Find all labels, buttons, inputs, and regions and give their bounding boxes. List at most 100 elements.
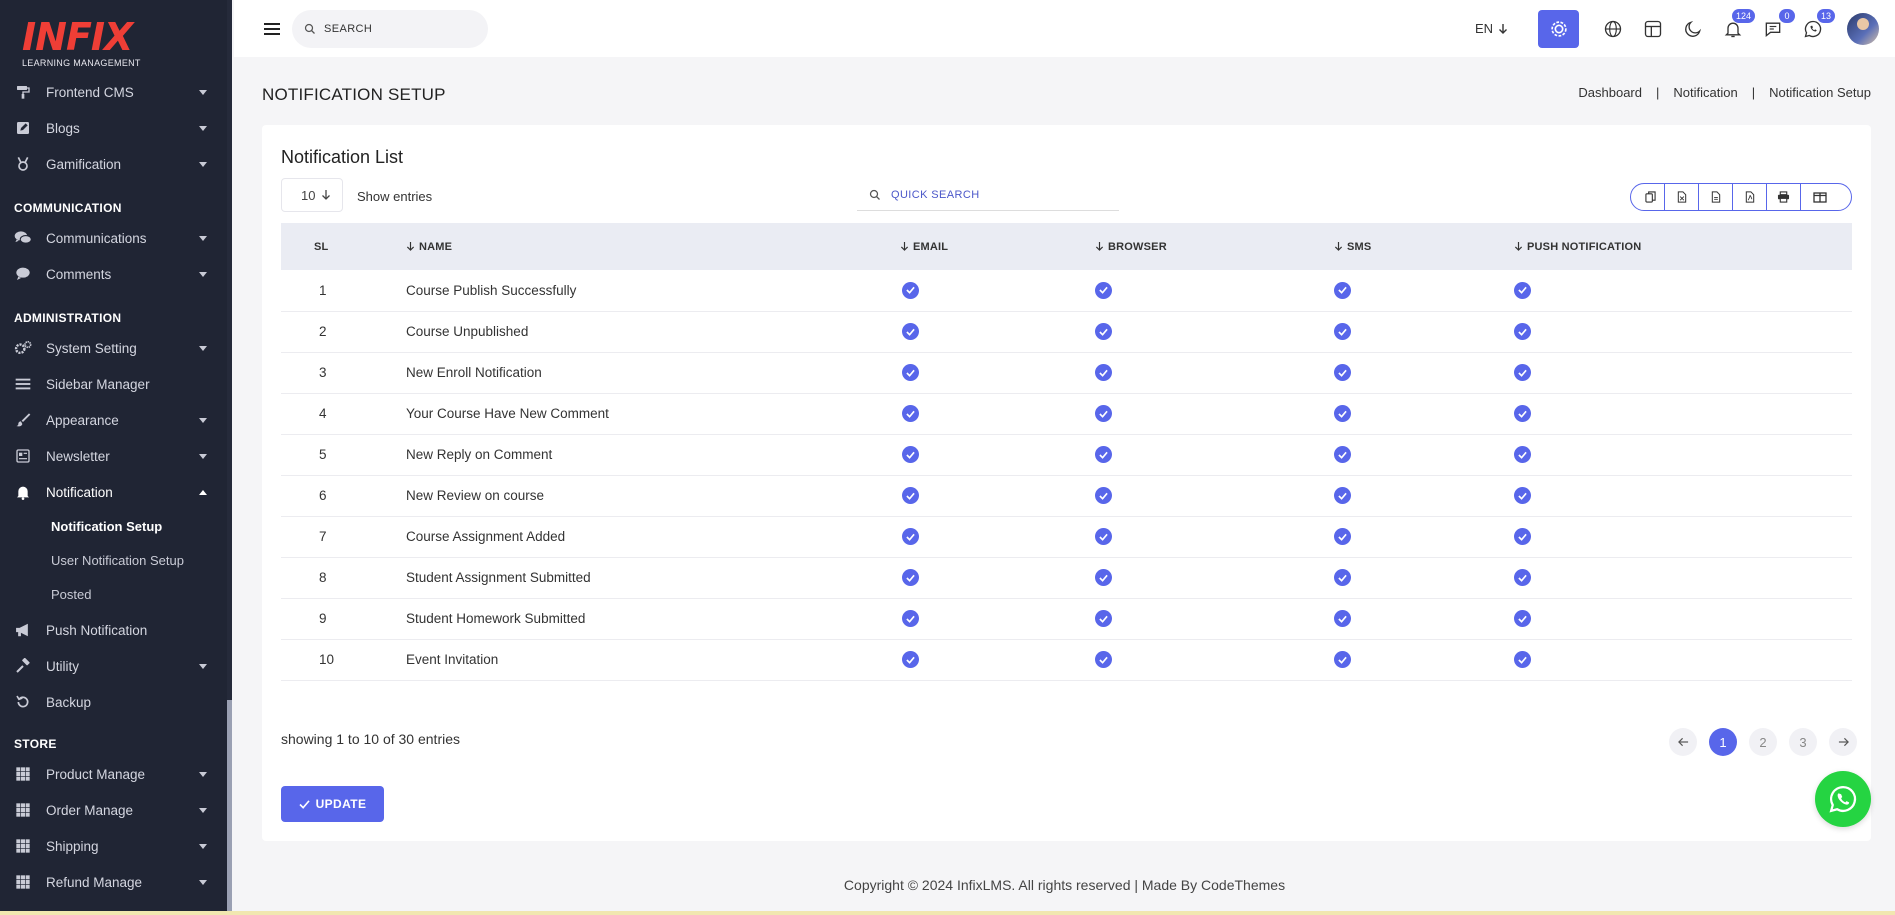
sidebar-subitem-posted[interactable]: Posted xyxy=(0,578,227,612)
sms-checkbox[interactable] xyxy=(1334,446,1351,463)
sidebar-item-backup[interactable]: Backup xyxy=(0,684,227,720)
export-csv-button[interactable] xyxy=(1699,184,1733,210)
browser-checkbox[interactable] xyxy=(1095,281,1112,299)
browser-checkbox[interactable] xyxy=(1095,323,1112,340)
email-checkbox[interactable] xyxy=(902,281,919,299)
menu-toggle-button[interactable] xyxy=(264,20,280,38)
pagination-page-1[interactable]: 1 xyxy=(1709,728,1737,756)
language-select[interactable]: EN xyxy=(1475,21,1508,36)
sidebar-subitem-notification-setup[interactable]: Notification Setup xyxy=(0,510,227,544)
sidebar-item-communications[interactable]: Communications xyxy=(0,220,227,256)
browser-checkbox[interactable] xyxy=(1095,364,1112,381)
sidebar-item-system-setting[interactable]: System Setting xyxy=(0,330,227,366)
sms-checkbox[interactable] xyxy=(1334,364,1351,381)
browser-checkbox[interactable] xyxy=(1095,405,1112,422)
column-name[interactable]: NAME xyxy=(406,223,900,270)
layout-button[interactable] xyxy=(1641,17,1665,41)
breadcrumb-notification[interactable]: Notification xyxy=(1673,85,1737,100)
column-visibility-button[interactable] xyxy=(1801,184,1851,210)
sidebar-item-appearance[interactable]: Appearance xyxy=(0,402,227,438)
sms-checkbox[interactable] xyxy=(1334,651,1351,668)
push-notification-checkbox[interactable] xyxy=(1514,405,1531,422)
user-avatar[interactable] xyxy=(1847,12,1879,45)
breadcrumb-dashboard[interactable]: Dashboard xyxy=(1578,85,1642,100)
browser-checkbox[interactable] xyxy=(1095,569,1112,586)
sms-checkbox[interactable] xyxy=(1334,569,1351,586)
push-notification-checkbox[interactable] xyxy=(1514,323,1531,340)
sidebar-item-sidebar-manager[interactable]: Sidebar Manager xyxy=(0,366,227,402)
sms-checkbox[interactable] xyxy=(1334,610,1351,627)
sidebar-item-frontend-cms[interactable]: Frontend CMS xyxy=(0,74,227,110)
sidebar-scrollbar[interactable] xyxy=(227,0,232,915)
email-checkbox[interactable] xyxy=(902,446,919,463)
sidebar-item-shipping[interactable]: Shipping xyxy=(0,828,227,864)
pagination-page-2[interactable]: 2 xyxy=(1749,728,1777,756)
sidebar-item-notification[interactable]: Notification xyxy=(0,474,227,510)
browser-checkbox[interactable] xyxy=(1095,487,1112,504)
column-push-notification[interactable]: PUSH NOTIFICATION xyxy=(1514,223,1852,270)
email-checkbox[interactable] xyxy=(902,528,919,545)
browser-checkbox[interactable] xyxy=(1095,610,1112,627)
browser-checkbox[interactable] xyxy=(1095,528,1112,545)
email-checkbox[interactable] xyxy=(902,651,919,668)
email-checkbox[interactable] xyxy=(902,323,919,340)
sidebar-subitem-user-notification-setup[interactable]: User Notification Setup xyxy=(0,544,227,578)
brand[interactable]: INFIX LEARNING MANAGEMENT xyxy=(0,0,232,72)
quick-search[interactable] xyxy=(857,179,1119,211)
pagination-next-button[interactable] xyxy=(1829,728,1857,756)
messages-button[interactable]: 0 xyxy=(1761,8,1795,41)
copy-button[interactable] xyxy=(1631,184,1665,210)
sms-checkbox[interactable] xyxy=(1334,405,1351,422)
search-input[interactable] xyxy=(324,22,474,35)
push-notification-checkbox[interactable] xyxy=(1514,364,1531,381)
email-checkbox[interactable] xyxy=(902,364,919,381)
notifications-button[interactable]: 124 xyxy=(1721,8,1755,41)
export-pdf-button[interactable] xyxy=(1733,184,1767,210)
push-notification-checkbox[interactable] xyxy=(1514,569,1531,586)
push-notification-checkbox[interactable] xyxy=(1514,528,1531,545)
email-checkbox[interactable] xyxy=(902,487,919,504)
print-button[interactable] xyxy=(1767,184,1801,210)
sidebar-scrollbar-thumb[interactable] xyxy=(227,700,232,915)
sidebar-item-utility[interactable]: Utility xyxy=(0,648,227,684)
entries-per-page-select[interactable]: 10 xyxy=(281,178,343,212)
sms-checkbox[interactable] xyxy=(1334,323,1351,340)
push-notification-checkbox[interactable] xyxy=(1514,487,1531,504)
quick-search-input[interactable] xyxy=(891,188,1091,201)
browser-checkbox[interactable] xyxy=(1095,651,1112,668)
push-notification-checkbox[interactable] xyxy=(1514,281,1531,299)
email-checkbox[interactable] xyxy=(902,405,919,422)
sidebar-item-gamification[interactable]: Gamification xyxy=(0,146,227,182)
email-checkbox[interactable] xyxy=(902,610,919,627)
website-button[interactable] xyxy=(1601,17,1625,41)
sms-checkbox[interactable] xyxy=(1334,487,1351,504)
global-search[interactable] xyxy=(292,9,488,48)
push-notification-checkbox[interactable] xyxy=(1514,610,1531,627)
sidebar-item-order-manage[interactable]: Order Manage xyxy=(0,792,227,828)
sidebar-item-blogs[interactable]: Blogs xyxy=(0,110,227,146)
email-checkbox[interactable] xyxy=(902,569,919,586)
grid-icon xyxy=(14,765,32,783)
column-sms[interactable]: SMS xyxy=(1334,223,1514,270)
caret-down-icon xyxy=(199,272,207,277)
export-excel-button[interactable] xyxy=(1665,184,1699,210)
sidebar-item-newsletter[interactable]: Newsletter xyxy=(0,438,227,474)
whatsapp-button[interactable]: 13 xyxy=(1801,8,1835,41)
browser-checkbox[interactable] xyxy=(1095,446,1112,463)
column-browser[interactable]: BROWSER xyxy=(1095,223,1334,270)
dark-mode-toggle[interactable] xyxy=(1681,17,1705,41)
pagination-page-3[interactable]: 3 xyxy=(1789,728,1817,756)
update-button[interactable]: UPDATE xyxy=(281,786,384,822)
column-email[interactable]: EMAIL xyxy=(900,223,1095,270)
sms-checkbox[interactable] xyxy=(1334,281,1351,299)
sidebar-item-push-notification[interactable]: Push Notification xyxy=(0,612,227,648)
sms-checkbox[interactable] xyxy=(1334,528,1351,545)
sidebar-item-refund-manage[interactable]: Refund Manage xyxy=(0,864,227,900)
sidebar-item-comments[interactable]: Comments xyxy=(0,256,227,292)
whatsapp-chat-button[interactable] xyxy=(1815,771,1871,827)
sidebar-item-product-manage[interactable]: Product Manage xyxy=(0,756,227,792)
push-notification-checkbox[interactable] xyxy=(1514,446,1531,463)
push-notification-checkbox[interactable] xyxy=(1514,651,1531,668)
pagination-prev-button[interactable] xyxy=(1669,728,1697,756)
settings-button[interactable] xyxy=(1538,9,1579,48)
